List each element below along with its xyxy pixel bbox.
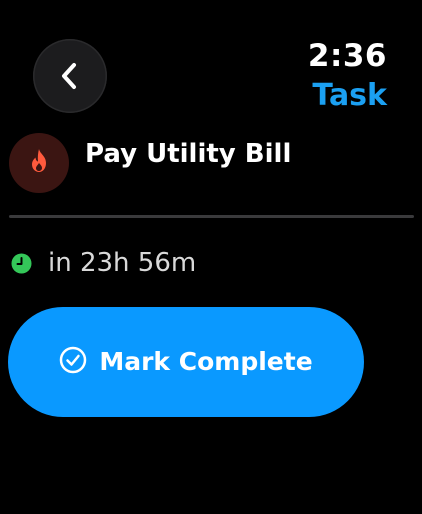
mark-complete-label: Mark Complete (99, 347, 313, 376)
divider (9, 215, 414, 218)
task-icon (9, 133, 69, 193)
back-button[interactable] (33, 39, 107, 113)
task-title: Pay Utility Bill (85, 139, 292, 169)
due-text: in 23h 56m (48, 248, 197, 278)
flame-icon (27, 148, 51, 178)
clock-icon (11, 253, 32, 274)
chevron-left-icon (55, 61, 85, 91)
watch-screen: 2:36 Task Pay Utility Bill in 23h 56m Ma (0, 0, 422, 514)
nav-title: Task (312, 78, 387, 113)
mark-complete-button[interactable]: Mark Complete (8, 307, 364, 417)
checkmark-circle-icon (59, 346, 87, 378)
status-time: 2:36 (307, 38, 387, 74)
